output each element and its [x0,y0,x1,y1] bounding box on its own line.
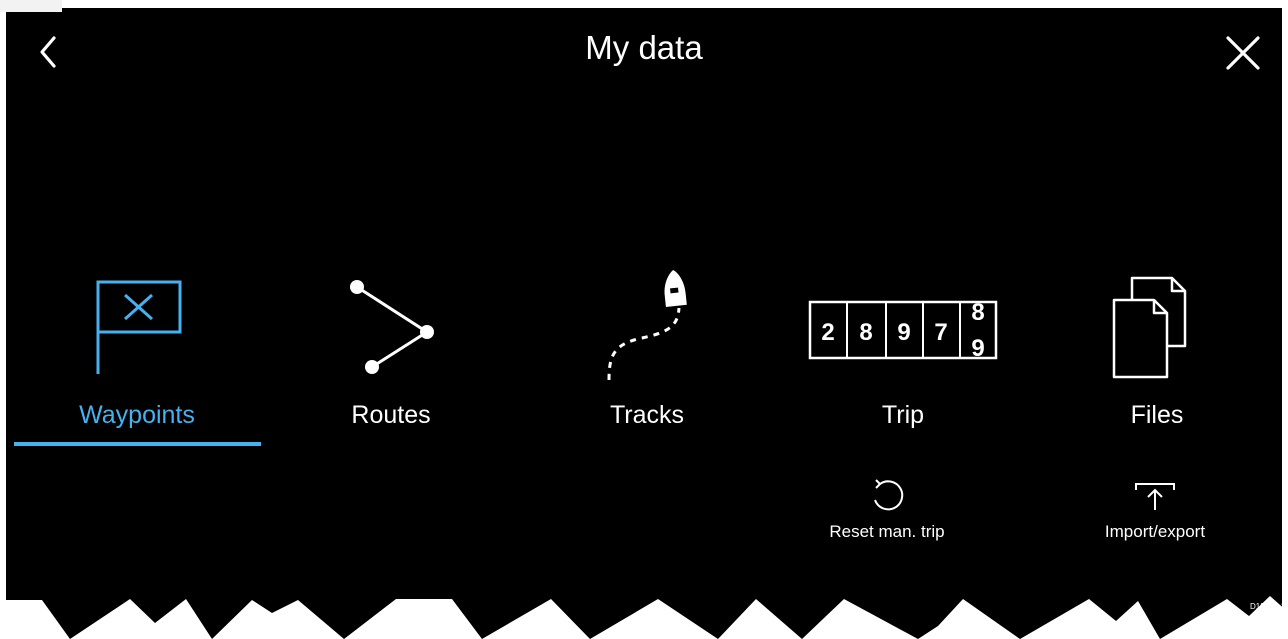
tab-files[interactable]: Files [1032,270,1282,450]
tab-waypoints[interactable]: Waypoints [12,270,262,450]
trip-counter-icon: 2 8 9 7 8 9 [808,299,998,362]
trip-rolling-digit-bottom: 9 [971,335,984,362]
action-label-reset: Reset man. trip [829,522,945,541]
tab-routes[interactable]: Routes [266,270,516,450]
close-button[interactable] [1220,30,1266,76]
import-export-button[interactable]: Import/export [1055,476,1255,546]
trip-digit: 8 [859,319,872,346]
files-icon [1112,276,1187,379]
trip-digit: 2 [821,319,834,346]
tab-label-waypoints: Waypoints [79,401,195,429]
active-tab-indicator [14,442,261,446]
import-export-icon [1135,483,1175,510]
figure-id: D13691-1 [1250,602,1286,611]
tab-tracks[interactable]: Tracks [522,270,772,450]
waypoint-flag-icon [96,280,182,374]
tab-label-files: Files [1130,401,1184,429]
close-icon [1226,36,1260,70]
reset-man-trip-button[interactable]: Reset man. trip [787,476,987,546]
reset-icon [874,479,904,511]
tab-trip[interactable]: 2 8 9 7 8 9 Trip [778,270,1028,450]
tab-label-tracks: Tracks [609,401,685,429]
tab-label-routes: Routes [351,401,431,429]
trip-digit: 7 [934,319,947,346]
tab-label-trip: Trip [881,401,925,429]
trip-digit: 9 [897,319,910,346]
page-title: My data [585,29,703,66]
action-label-import-export: Import/export [1104,522,1206,541]
route-icon [350,280,434,374]
track-boat-icon [607,270,687,381]
trip-rolling-digit-top: 8 [971,299,984,326]
